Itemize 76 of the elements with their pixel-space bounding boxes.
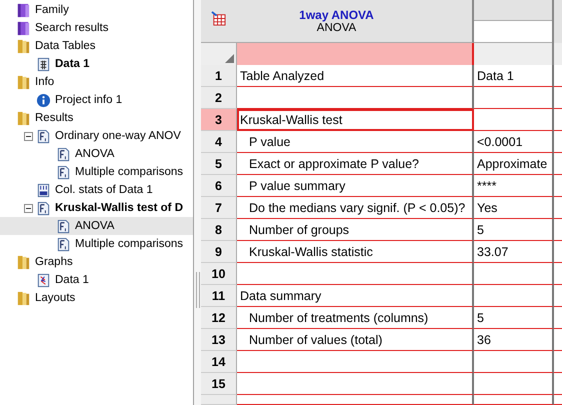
sheet-icon xyxy=(56,236,71,252)
table-cell: Kruskal-Wallis statistic xyxy=(237,241,474,263)
table-icon xyxy=(211,11,226,26)
results-title: 1way ANOVA xyxy=(299,8,374,22)
sheet-icon xyxy=(56,164,71,180)
row-number: 15 xyxy=(201,373,237,395)
tree-item[interactable]: Ordinary one-way ANOV xyxy=(55,130,181,142)
tree-item[interactable]: Multiple comparisons xyxy=(75,238,184,250)
tree-item[interactable]: Graphs xyxy=(35,256,73,268)
tree-item[interactable]: Kruskal-Wallis test of D xyxy=(55,202,184,214)
row-number: 11 xyxy=(201,285,237,307)
folder-icon xyxy=(16,20,31,36)
sheet-icon xyxy=(36,200,51,216)
folder-icon xyxy=(16,2,31,18)
tree-item[interactable]: ANOVA xyxy=(75,220,114,232)
folder-icon xyxy=(16,290,31,306)
table-cell: Table Analyzed xyxy=(237,65,474,87)
tree-item[interactable]: Project info 1 xyxy=(55,94,122,106)
folder-icon xyxy=(16,110,31,126)
row-number: 14 xyxy=(201,351,237,373)
tree-item[interactable]: Family xyxy=(35,4,69,16)
row-number: 1 xyxy=(201,65,237,87)
splitter-handle[interactable] xyxy=(196,272,200,308)
row-number: 9 xyxy=(201,241,237,263)
sheet-icon xyxy=(36,182,51,198)
table-cell: Kruskal-Wallis test xyxy=(237,109,474,131)
table-cell: **** xyxy=(474,175,554,197)
row-number: 5 xyxy=(201,153,237,175)
row-number: 2 xyxy=(201,87,237,109)
tree-item[interactable]: Data Tables xyxy=(35,40,96,52)
table-cell: <0.0001 xyxy=(474,131,554,153)
table-cell: 5 xyxy=(474,219,554,241)
folder-icon xyxy=(16,254,31,270)
tree-item[interactable]: Data 1 xyxy=(55,58,90,70)
table-icon xyxy=(36,56,51,72)
table-cell: Number of groups xyxy=(237,219,474,241)
table-cell: 36 xyxy=(474,329,554,351)
info-icon xyxy=(36,92,51,108)
table-cell: Data summary xyxy=(237,285,474,307)
table-cell: 5 xyxy=(474,307,554,329)
graph-icon xyxy=(36,272,51,288)
row-number: 10 xyxy=(201,263,237,285)
tree-item[interactable]: Layouts xyxy=(35,292,76,304)
tree-item[interactable]: Col. stats of Data 1 xyxy=(55,184,153,196)
sheet-icon xyxy=(56,146,71,162)
tree-item[interactable]: Results xyxy=(35,112,74,124)
results-subtitle: ANOVA xyxy=(316,22,358,34)
table-cell: Do the medians vary signif. (P < 0.05)? xyxy=(237,197,474,219)
folder-icon xyxy=(16,74,31,90)
row-number: 12 xyxy=(201,307,237,329)
table-cell: 33.07 xyxy=(474,241,554,263)
folder-icon xyxy=(16,38,31,54)
tree-item[interactable]: Multiple comparisons xyxy=(75,166,184,178)
row-number: 13 xyxy=(201,329,237,351)
collapse-box-icon[interactable] xyxy=(24,132,33,140)
tree-item[interactable]: ANOVA xyxy=(75,148,114,160)
tree-item[interactable]: Info xyxy=(35,76,54,88)
row-number: 3 xyxy=(201,109,237,131)
table-cell: Number of values (total) xyxy=(237,329,474,351)
sheet-icon xyxy=(56,218,71,234)
row-number: 8 xyxy=(201,219,237,241)
table-cell: P value xyxy=(237,131,474,153)
sheet-icon xyxy=(36,128,51,144)
table-cell: P value summary xyxy=(237,175,474,197)
table-cell: Exact or approximate P value? xyxy=(237,153,474,175)
table-cell: Data 1 xyxy=(474,65,554,87)
column-header xyxy=(554,0,562,43)
row-number: 4 xyxy=(201,131,237,153)
tree-item[interactable]: Search results xyxy=(35,22,109,34)
table-cell: Yes xyxy=(474,197,554,219)
collapse-box-icon[interactable] xyxy=(24,204,33,212)
row-number: 7 xyxy=(201,197,237,219)
row-number: 6 xyxy=(201,175,237,197)
table-cell: Number of treatments (columns) xyxy=(237,307,474,329)
table-cell: Approximate xyxy=(474,153,554,175)
tree-item[interactable]: Data 1 xyxy=(55,274,89,286)
